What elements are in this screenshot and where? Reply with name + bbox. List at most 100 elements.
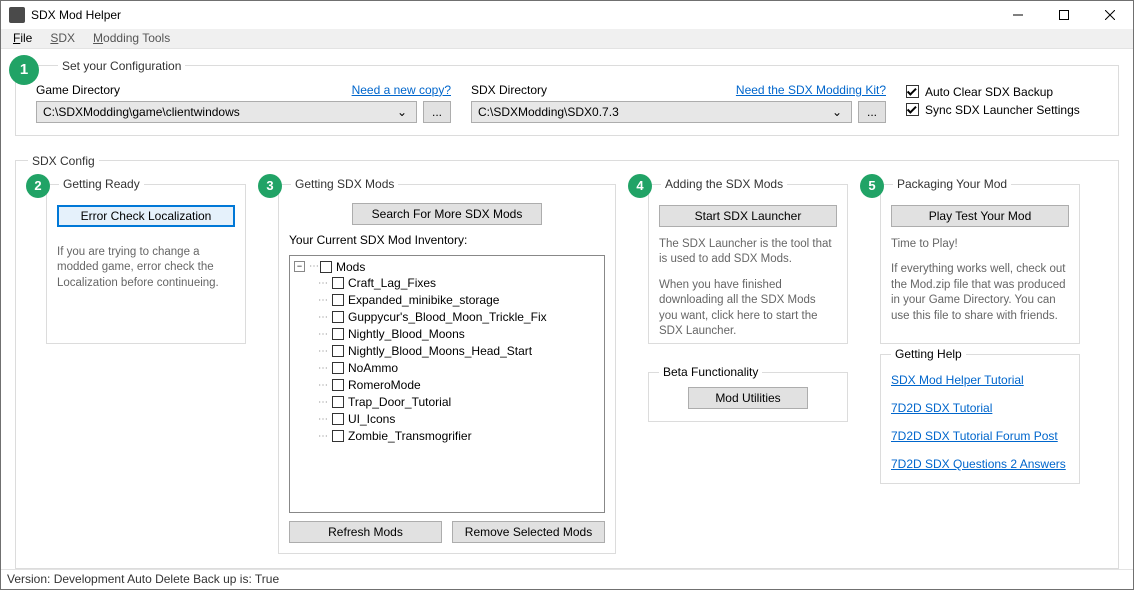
sdx-directory-combo[interactable]: C:\SDXModding\SDX0.7.3 ⌄ xyxy=(471,101,852,123)
help-link[interactable]: 7D2D SDX Tutorial xyxy=(891,401,1069,415)
getting-ready-panel: Getting Ready Error Check Localization I… xyxy=(46,184,246,344)
game-directory-label: Game Directory xyxy=(36,83,120,97)
step-badge-1: 1 xyxy=(9,55,39,85)
close-button[interactable] xyxy=(1087,1,1133,29)
game-directory-block: Game Directory Need a new copy? C:\SDXMo… xyxy=(36,83,451,123)
tree-item[interactable]: ⋯ Craft_Lag_Fixes xyxy=(318,275,600,292)
chevron-down-icon: ⌄ xyxy=(829,105,845,119)
help-link[interactable]: 7D2D SDX Tutorial Forum Post xyxy=(891,429,1069,443)
menu-sdx[interactable]: SDX xyxy=(50,31,75,45)
tree-connector-icon: ⋯ xyxy=(318,363,328,374)
mod-tree[interactable]: − ⋯ Mods ⋯Craft_Lag_Fixes⋯Expanded_minib… xyxy=(289,255,605,513)
menu-modding-tools[interactable]: Modding Tools xyxy=(93,31,170,45)
step2-help: If you are trying to change a modded gam… xyxy=(57,245,235,292)
tree-item-label: Guppycur's_Blood_Moon_Trickle_Fix xyxy=(348,310,547,324)
tree-connector-icon: ⋯ xyxy=(318,397,328,408)
auto-clear-checkbox[interactable]: Auto Clear SDX Backup xyxy=(906,85,1106,99)
browse-sdx-dir-button[interactable]: ... xyxy=(858,101,886,123)
help-link[interactable]: SDX Mod Helper Tutorial xyxy=(891,373,1069,387)
checkbox-icon[interactable] xyxy=(332,311,344,323)
tree-item-label: Expanded_minibike_storage xyxy=(348,293,499,307)
chevron-down-icon: ⌄ xyxy=(394,105,410,119)
tree-connector-icon: ⋯ xyxy=(318,414,328,425)
refresh-mods-button[interactable]: Refresh Mods xyxy=(289,521,442,543)
step-badge-5: 5 xyxy=(860,174,884,198)
tree-item[interactable]: ⋯Nightly_Blood_Moons_Head_Start xyxy=(318,343,600,360)
error-check-localization-button[interactable]: Error Check Localization xyxy=(57,205,235,227)
tree-connector-icon: ⋯ xyxy=(318,431,328,442)
tree-connector-icon: ⋯ xyxy=(318,278,328,289)
tree-item-label: Trap_Door_Tutorial xyxy=(348,395,451,409)
checkbox-icon[interactable] xyxy=(332,362,344,374)
step-badge-4: 4 xyxy=(628,174,652,198)
menu-file[interactable]: File xyxy=(13,31,32,45)
checkbox-icon[interactable] xyxy=(320,261,332,273)
tree-item[interactable]: ⋯NoAmmo xyxy=(318,360,600,377)
inventory-label: Your Current SDX Mod Inventory: xyxy=(289,233,605,247)
need-copy-link[interactable]: Need a new copy? xyxy=(352,83,451,97)
tree-item[interactable]: ⋯ Guppycur's_Blood_Moon_Trickle_Fix xyxy=(318,309,600,326)
tree-item[interactable]: ⋯ Nightly_Blood_Moons xyxy=(318,326,600,343)
sdx-config-legend: SDX Config xyxy=(28,154,99,168)
tree-item[interactable]: ⋯ Zombie_Transmogrifier xyxy=(318,428,600,445)
config-checkboxes: Auto Clear SDX Backup Sync SDX Launcher … xyxy=(906,83,1106,117)
tree-collapse-icon[interactable]: − xyxy=(294,261,305,272)
menu-bar: File SDX Modding Tools xyxy=(1,29,1133,49)
checkbox-icon[interactable] xyxy=(332,379,344,391)
configuration-legend: Set your Configuration xyxy=(58,59,185,73)
sdx-directory-block: SDX Directory Need the SDX Modding Kit? … xyxy=(471,83,886,123)
tree-item-label: Nightly_Blood_Moons xyxy=(348,327,465,341)
title-bar: SDX Mod Helper xyxy=(1,1,1133,29)
step4-help1: The SDX Launcher is the tool that is use… xyxy=(659,237,837,268)
tree-item-label: Craft_Lag_Fixes xyxy=(348,276,436,290)
checkbox-icon[interactable] xyxy=(332,277,344,289)
configuration-group: Set your Configuration Game Directory Ne… xyxy=(15,59,1119,136)
browse-game-dir-button[interactable]: ... xyxy=(423,101,451,123)
sdx-directory-label: SDX Directory xyxy=(471,83,547,97)
checkbox-icon[interactable] xyxy=(332,345,344,357)
remove-selected-mods-button[interactable]: Remove Selected Mods xyxy=(452,521,605,543)
content-area: 1 Set your Configuration Game Directory … xyxy=(1,49,1133,569)
tree-item[interactable]: ⋯Expanded_minibike_storage xyxy=(318,292,600,309)
tree-connector-icon: ⋯ xyxy=(318,329,328,340)
status-bar: Version: Development Auto Delete Back up… xyxy=(1,569,1133,589)
search-mods-button[interactable]: Search For More SDX Mods xyxy=(352,203,542,225)
checkbox-icon[interactable] xyxy=(332,396,344,408)
checkbox-icon[interactable] xyxy=(332,328,344,340)
app-window: SDX Mod Helper File SDX Modding Tools 1 … xyxy=(0,0,1134,590)
tree-root-label: Mods xyxy=(336,260,365,274)
sync-launcher-checkbox[interactable]: Sync SDX Launcher Settings xyxy=(906,103,1106,117)
tree-item-label: RomeroMode xyxy=(348,378,421,392)
adding-sdx-mods-panel: Adding the SDX Mods Start SDX Launcher T… xyxy=(648,184,848,344)
tree-connector-icon: ⋯ xyxy=(318,312,328,323)
game-directory-combo[interactable]: C:\SDXModding\game\clientwindows ⌄ xyxy=(36,101,417,123)
checkbox-icon xyxy=(906,103,919,116)
help-link[interactable]: 7D2D SDX Questions 2 Answers xyxy=(891,457,1069,471)
checkbox-icon[interactable] xyxy=(332,413,344,425)
tree-item[interactable]: ⋯ RomeroMode xyxy=(318,377,600,394)
step-badge-2: 2 xyxy=(26,174,50,198)
status-text: Version: Development Auto Delete Back up… xyxy=(7,572,279,586)
packaging-mod-panel: Packaging Your Mod Play Test Your Mod Ti… xyxy=(880,184,1080,344)
step5-help1: Time to Play! xyxy=(891,237,1069,253)
mod-utilities-button[interactable]: Mod Utilities xyxy=(688,387,808,409)
tree-item[interactable]: ⋯ Trap_Door_Tutorial xyxy=(318,394,600,411)
step4-help2: When you have finished downloading all t… xyxy=(659,278,837,340)
checkbox-icon[interactable] xyxy=(332,430,344,442)
minimize-button[interactable] xyxy=(995,1,1041,29)
checkbox-icon[interactable] xyxy=(332,294,344,306)
window-title: SDX Mod Helper xyxy=(31,8,995,22)
tree-item-label: Nightly_Blood_Moons_Head_Start xyxy=(348,344,532,358)
step5-help2: If everything works well, check out the … xyxy=(891,262,1069,324)
app-icon xyxy=(9,7,25,23)
beta-functionality-panel: Beta Functionality Mod Utilities xyxy=(648,372,848,422)
tree-item-label: Zombie_Transmogrifier xyxy=(348,429,472,443)
maximize-button[interactable] xyxy=(1041,1,1087,29)
need-kit-link[interactable]: Need the SDX Modding Kit? xyxy=(736,83,886,97)
tree-item[interactable]: ⋯UI_Icons xyxy=(318,411,600,428)
start-sdx-launcher-button[interactable]: Start SDX Launcher xyxy=(659,205,837,227)
getting-help-panel: Getting Help SDX Mod Helper Tutorial7D2D… xyxy=(880,354,1080,484)
checkbox-icon xyxy=(906,85,919,98)
tree-connector-icon: ⋯ xyxy=(318,380,328,391)
play-test-mod-button[interactable]: Play Test Your Mod xyxy=(891,205,1069,227)
